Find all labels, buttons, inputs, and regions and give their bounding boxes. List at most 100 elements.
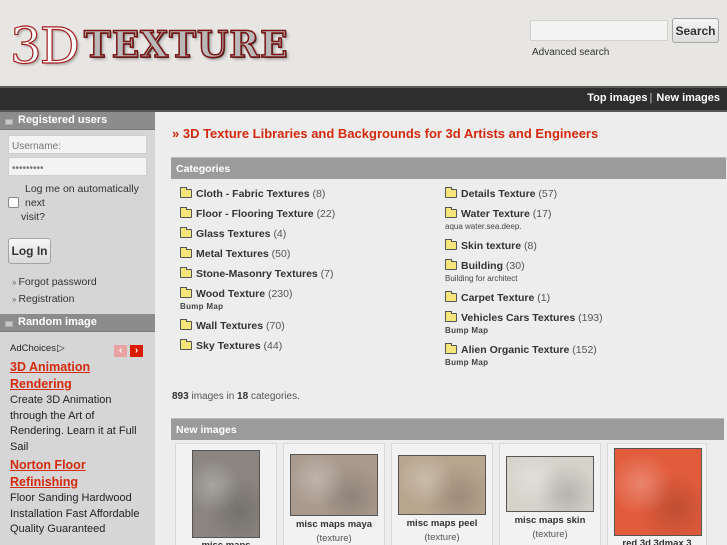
registration-link[interactable]: Registration (18, 293, 74, 305)
thumbnail-image[interactable] (398, 455, 486, 515)
thumbnail-card[interactable]: misc maps peel (texture) (391, 443, 493, 545)
site-logo[interactable]: 3D TEXTURE (9, 6, 289, 76)
top-images-link[interactable]: Top images (587, 92, 647, 104)
adchoices-icon[interactable]: ▷ (57, 343, 65, 354)
folder-icon (180, 247, 192, 258)
category-link[interactable]: Carpet Texture (461, 292, 534, 304)
thumbnail-caption[interactable]: misc maps skin (500, 515, 600, 526)
category-item[interactable]: Wood Texture (230) Bump Map (180, 287, 335, 313)
thumbnail-category: (texture) (532, 529, 568, 540)
remember-me-label-line1: Log me on automatically next (25, 183, 139, 209)
category-item[interactable]: Glass Textures (4) (180, 227, 335, 241)
folder-icon (445, 239, 457, 250)
adchoices-label[interactable]: AdChoices (10, 343, 56, 354)
top-navigation-bar: Top images | New images (0, 86, 727, 112)
category-count: (7) (320, 268, 334, 280)
category-item[interactable]: Cloth - Fabric Textures (8) (180, 187, 335, 201)
top-nav-links: Top images | New images (587, 92, 720, 104)
section-bullet-icon (5, 119, 13, 125)
category-link[interactable]: Skin texture (461, 240, 521, 252)
forgot-password-link[interactable]: Forgot password (18, 276, 96, 288)
login-button[interactable]: Log In (8, 238, 51, 264)
logo-3d-text: 3D (9, 16, 80, 75)
thumbnail-caption[interactable]: misc maps (176, 540, 276, 545)
category-link[interactable]: Alien Organic Texture (461, 344, 569, 356)
ad-title-link[interactable]: Norton Floor Refinishing (10, 457, 140, 491)
category-count: (22) (316, 208, 336, 220)
username-input[interactable] (8, 135, 147, 154)
category-count: (30) (505, 260, 525, 272)
categories-column-right: Details Texture (57) Water Texture (17) aq… (445, 187, 603, 375)
category-link[interactable]: Building (461, 260, 503, 272)
image-count: 893 (172, 391, 189, 402)
category-count: (8) (524, 240, 537, 252)
category-link[interactable]: Wood Texture (196, 288, 265, 300)
category-item[interactable]: Details Texture (57) (445, 187, 603, 201)
categories-column-left: Cloth - Fabric Textures (8) Floor - Floor… (180, 187, 335, 359)
category-count: (4) (273, 228, 287, 240)
categories-header: Categories (171, 157, 726, 179)
ad-prev-icon[interactable]: ‹ (114, 345, 127, 357)
search-button[interactable]: Search (672, 18, 719, 43)
category-item[interactable]: Wall Textures (70) (180, 319, 335, 333)
remember-me-label-line2: visit? (21, 211, 45, 223)
category-link[interactable]: Stone-Masonry Textures (196, 268, 318, 280)
category-item[interactable]: Carpet Texture (1) (445, 291, 603, 305)
thumbnail-caption[interactable]: red 3d 3dmax 3 (608, 538, 706, 545)
category-count: (44) (263, 340, 283, 352)
category-item[interactable]: Building (30) Building for architect (445, 259, 603, 285)
thumbnail-caption[interactable]: misc maps peel (392, 518, 492, 529)
thumbnail-card[interactable]: red 3d 3dmax 3 (607, 443, 707, 545)
ad-title-link[interactable]: 3D Animation Rendering (10, 359, 140, 393)
registered-users-header: Registered users (0, 112, 155, 130)
thumbnail-card[interactable]: misc maps skin (texture) (499, 443, 601, 545)
thumbnail-caption[interactable]: misc maps maya (284, 519, 384, 530)
ad-description: Floor Sanding Hardwood Installation Fast… (10, 492, 140, 535)
category-link[interactable]: Floor - Flooring Texture (196, 208, 314, 220)
remember-me-checkbox[interactable] (8, 197, 19, 208)
nav-separator: | (649, 92, 653, 104)
category-link[interactable]: Vehicles Cars Textures (461, 312, 575, 324)
category-item[interactable]: Skin texture (8) (445, 239, 603, 253)
advanced-search-link[interactable]: Advanced search (532, 47, 609, 58)
search-input[interactable] (530, 20, 668, 41)
thumbnail-image[interactable] (614, 448, 702, 536)
new-images-link[interactable]: New images (656, 92, 720, 104)
category-count: (70) (266, 320, 285, 332)
registered-users-title: Registered users (18, 114, 108, 126)
category-item[interactable]: Water Texture (17) aqua water.sea.deep. (445, 207, 603, 233)
folder-icon (180, 207, 192, 218)
thumbnail-image[interactable] (506, 456, 594, 512)
category-item[interactable]: Vehicles Cars Textures (193) Bump Map (445, 311, 603, 337)
category-link[interactable]: Glass Textures (196, 228, 271, 240)
category-link[interactable]: Wall Textures (196, 320, 263, 332)
summary-text: images in (188, 391, 238, 402)
thumbnail-card[interactable]: misc maps (175, 443, 277, 545)
new-images-gallery: misc mapsmisc maps maya(texture)misc map… (175, 443, 727, 545)
random-image-title: Random image (18, 316, 97, 328)
category-link[interactable]: Water Texture (461, 208, 530, 220)
category-item[interactable]: Stone-Masonry Textures (7) (180, 267, 335, 281)
folder-icon (180, 187, 192, 198)
category-link[interactable]: Cloth - Fabric Textures (196, 188, 310, 200)
password-input[interactable] (8, 157, 147, 176)
account-links: » Forgot password » Registration (0, 264, 155, 308)
category-item[interactable]: Floor - Flooring Texture (22) (180, 207, 335, 221)
category-description: Building for architect (445, 274, 518, 283)
logo-texture-text: TEXTURE (83, 23, 289, 67)
link-bullet: » (12, 295, 17, 304)
thumbnail-image[interactable] (192, 450, 260, 538)
thumbnail-card[interactable]: misc maps maya (texture) (283, 443, 385, 545)
thumbnail-image[interactable] (290, 454, 378, 516)
category-link[interactable]: Metal Textures (196, 248, 269, 260)
category-item[interactable]: Sky Textures (44) (180, 339, 335, 353)
thumbnail-category: (texture) (424, 532, 460, 543)
category-item[interactable]: Metal Textures (50) (180, 247, 335, 261)
folder-icon (445, 207, 457, 218)
category-link[interactable]: Sky Textures (196, 340, 261, 352)
category-item[interactable]: Alien Organic Texture (152) Bump Map (445, 343, 603, 369)
folder-icon (180, 227, 192, 238)
category-link[interactable]: Details Texture (461, 188, 536, 200)
ad-next-icon[interactable]: › (130, 345, 143, 357)
ad-block: AdChoices▷ ‹ › 3D Animation Rendering Cr… (0, 343, 155, 538)
